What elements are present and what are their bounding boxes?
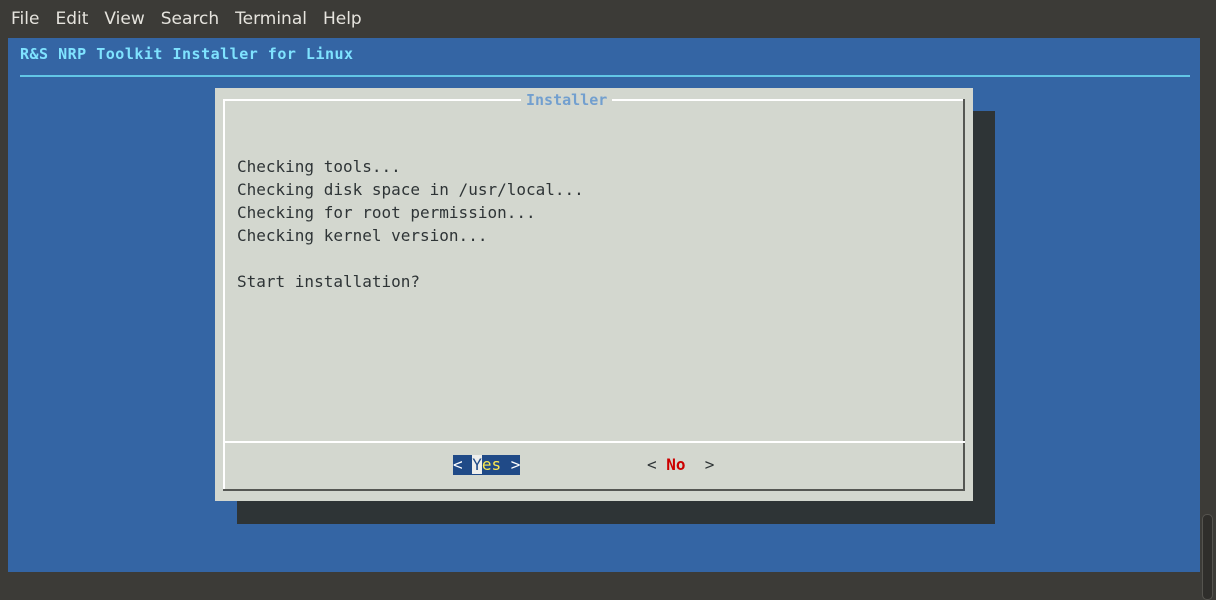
installer-dialog: Installer Checking tools... Checking dis… xyxy=(215,88,973,501)
menu-file[interactable]: File xyxy=(11,9,39,29)
no-button[interactable]: < No > xyxy=(647,455,714,475)
yes-button-label: es xyxy=(481,455,502,474)
dialog-frame-right xyxy=(963,99,965,491)
dialog-frame-bottom xyxy=(223,489,965,491)
question-text: Start installation? xyxy=(237,272,421,291)
scrollbar-thumb[interactable] xyxy=(1202,514,1213,600)
message-line-disk-space: Checking disk space in /usr/local... xyxy=(237,180,584,199)
dialog-title: Installer xyxy=(521,91,613,109)
no-button-close-bracket: > xyxy=(685,455,715,474)
terminal-screen: R&S NRP Toolkit Installer for Linux Inst… xyxy=(8,38,1200,572)
yes-button-close-bracket: > xyxy=(501,455,521,474)
message-line-kernel-version: Checking kernel version... xyxy=(237,226,488,245)
message-line-root-permission: Checking for root permission... xyxy=(237,203,536,222)
no-button-open-bracket: < xyxy=(647,455,667,474)
yes-button-hotkey: Y xyxy=(472,455,482,474)
menu-edit[interactable]: Edit xyxy=(55,9,88,29)
yes-button-open-bracket: < xyxy=(453,455,473,474)
installer-app-title: R&S NRP Toolkit Installer for Linux xyxy=(20,45,354,63)
terminal-scrollbar[interactable] xyxy=(1200,38,1216,600)
message-line-tools: Checking tools... xyxy=(237,157,401,176)
menu-terminal[interactable]: Terminal xyxy=(235,9,307,29)
menu-bar: File Edit View Search Terminal Help xyxy=(0,0,1216,38)
menu-search[interactable]: Search xyxy=(161,9,219,29)
dialog-frame-left xyxy=(223,99,225,491)
yes-button[interactable]: < Yes > xyxy=(453,455,521,475)
no-button-label: No xyxy=(666,455,686,474)
title-divider xyxy=(20,75,1190,77)
menu-view[interactable]: View xyxy=(104,9,144,29)
button-area-divider xyxy=(223,441,965,443)
menu-help[interactable]: Help xyxy=(323,9,362,29)
dialog-message: Checking tools... Checking disk space in… xyxy=(237,155,584,293)
